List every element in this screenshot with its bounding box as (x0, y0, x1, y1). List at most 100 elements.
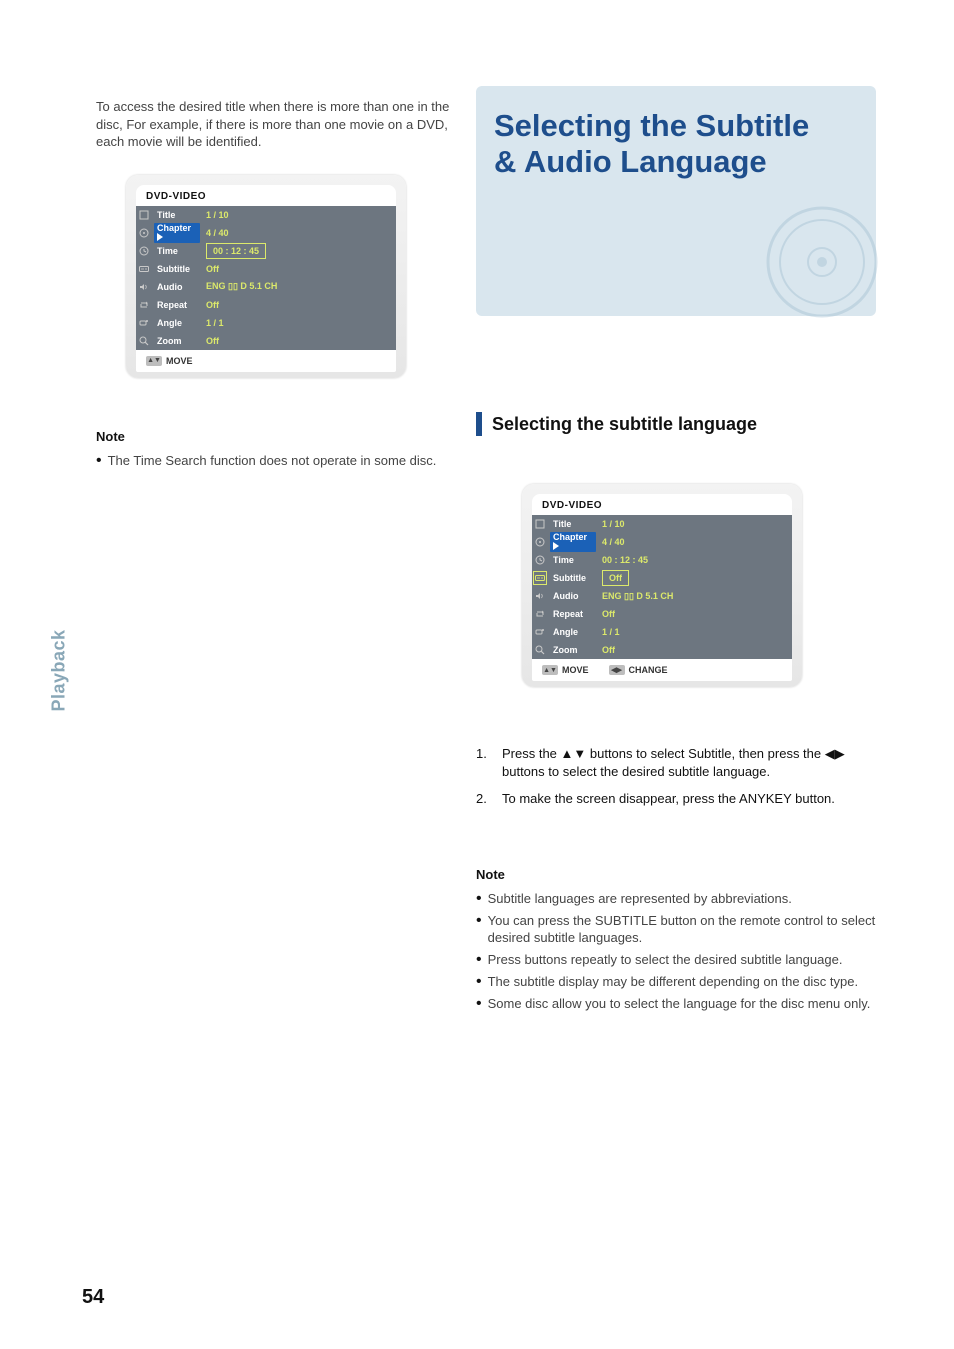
note-text: Some disc allow you to select the langua… (488, 995, 871, 1013)
osd-row[interactable]: Angle1 / 1 (136, 314, 396, 332)
osd-footer-move: ▲▼ MOVE (146, 356, 193, 366)
osd-row-label: Title (548, 519, 596, 529)
right-column: Selecting the Subtitle & Audio Language … (476, 86, 876, 1013)
osd-row-value: Off (200, 336, 396, 346)
note-text: Subtitle languages are represented by ab… (488, 890, 792, 908)
note-block-left: Note • The Time Search function does not… (96, 428, 456, 470)
change-label: CHANGE (629, 665, 668, 675)
osd-row-value: 00 : 12 : 45 (596, 555, 792, 565)
disc-icon (762, 202, 882, 322)
step-number: 1. (476, 745, 494, 780)
disc-icon (532, 537, 548, 547)
osd-row[interactable]: Chapter 4 / 40 (136, 224, 396, 242)
repeat-icon (532, 609, 548, 619)
osd-row-label: Repeat (152, 300, 200, 310)
left-lead-in: To access the desired title when there i… (96, 98, 456, 151)
note-label: Note (476, 867, 505, 882)
title-icon (532, 519, 548, 529)
zoom-icon (136, 336, 152, 346)
note-item: •The subtitle display may be different d… (476, 973, 876, 991)
osd-panel-a: DVD-VIDEO Title1 / 10Chapter 4 / 40Time0… (126, 175, 406, 378)
note-item: • Press buttons repeatly to select the de… (476, 951, 876, 969)
osd-row-value: 1 / 10 (596, 519, 792, 529)
zoom-icon (532, 645, 548, 655)
note-text: Press buttons repeatly to select the des… (488, 951, 843, 969)
osd-row-label: Audio (152, 282, 200, 292)
osd-row-label: Audio (548, 591, 596, 601)
clock-icon (136, 246, 152, 256)
osd-row[interactable]: RepeatOff (532, 605, 792, 623)
move-label: MOVE (562, 665, 589, 675)
osd-row[interactable]: Title1 / 10 (136, 206, 396, 224)
osd-row-label: Title (152, 210, 200, 220)
step: 1.Press the ▲▼ buttons to select Subtitl… (476, 745, 876, 780)
bullet: • (476, 995, 482, 1013)
osd-row-value: ENG ▯▯ D 5.1 CH (200, 281, 396, 292)
page-title: Selecting the Subtitle & Audio Language (494, 108, 858, 179)
step-number: 2. (476, 790, 494, 808)
osd-row[interactable]: Title1 / 10 (532, 515, 792, 533)
osd-row[interactable]: RepeatOff (136, 296, 396, 314)
bullet: • (96, 452, 102, 470)
osd-panel-b: DVD-VIDEO Title1 / 10Chapter 4 / 40Time0… (522, 484, 802, 687)
osd-row-label: Time (152, 246, 200, 256)
osd-row[interactable]: ZoomOff (532, 641, 792, 659)
osd-row-label: Angle (152, 318, 200, 328)
left-column: To access the desired title when there i… (96, 86, 456, 470)
osd-row-label: Zoom (152, 336, 200, 346)
osd-footer-change: ◀▶ CHANGE (609, 665, 668, 675)
speaker-icon (532, 591, 548, 601)
bullet: • (476, 951, 482, 969)
osd-footer: ▲▼ MOVE ◀▶ CHANGE (532, 659, 792, 681)
angle-icon (532, 627, 548, 637)
osd-row-value: 1 / 1 (200, 318, 396, 328)
osd-row-value: Off (596, 609, 792, 619)
subhead: Selecting the subtitle language (492, 414, 757, 435)
osd-row-value: Off (596, 645, 792, 655)
osd-row[interactable]: SubtitleOff (532, 569, 792, 587)
osd-row-value: Off (200, 264, 396, 274)
angle-icon (136, 318, 152, 328)
change-chip: ◀▶ (609, 665, 625, 675)
osd-row[interactable]: Time00 : 12 : 45 (532, 551, 792, 569)
step: 2. To make the screen disappear, press th… (476, 790, 876, 808)
osd-row-value: 4 / 40 (596, 537, 792, 547)
osd-row[interactable]: Chapter 4 / 40 (532, 533, 792, 551)
osd-rows: Title1 / 10Chapter 4 / 40Time00 : 12 : 4… (532, 515, 792, 659)
title-block: Selecting the Subtitle & Audio Language (476, 86, 876, 316)
speaker-icon (136, 282, 152, 292)
osd-row-label: Zoom (548, 645, 596, 655)
note-text: The Time Search function does not operat… (108, 452, 437, 470)
step-text: Press the ▲▼ buttons to select Subtitle,… (502, 745, 876, 780)
osd-row[interactable]: Time00 : 12 : 45 (136, 242, 396, 260)
title-icon (136, 210, 152, 220)
osd-row-label: Time (548, 555, 596, 565)
clock-icon (532, 555, 548, 565)
bullet: • (476, 890, 482, 908)
osd-row-label: Chapter (152, 223, 200, 243)
bullet: • (476, 912, 482, 947)
subtitle-icon (136, 264, 152, 274)
osd-row-label: Repeat (548, 609, 596, 619)
osd-footer-move: ▲▼ MOVE (542, 665, 589, 675)
note-item: • Some disc allow you to select the langu… (476, 995, 876, 1013)
subtitle-icon (532, 571, 548, 585)
move-label: MOVE (166, 356, 193, 366)
osd-row-value: ENG ▯▯ D 5.1 CH (596, 591, 792, 602)
side-tab: Playback (44, 620, 74, 720)
osd-footer: ▲▼ MOVE (136, 350, 396, 372)
osd-row-label: Subtitle (152, 264, 200, 274)
osd-row-label: Angle (548, 627, 596, 637)
move-chip: ▲▼ (146, 356, 162, 366)
osd-row[interactable]: SubtitleOff (136, 260, 396, 278)
subhead-bar (476, 412, 482, 436)
note-block-right: Note • Subtitle languages are represented… (476, 866, 876, 1013)
osd-row-value: 1 / 10 (200, 210, 396, 220)
osd-rows: Title1 / 10Chapter 4 / 40Time00 : 12 : 4… (136, 206, 396, 350)
osd-row[interactable]: Angle1 / 1 (532, 623, 792, 641)
osd-row[interactable]: AudioENG ▯▯ D 5.1 CH (136, 278, 396, 296)
osd-row[interactable]: ZoomOff (136, 332, 396, 350)
osd-row-label: Chapter (548, 532, 596, 552)
osd-row[interactable]: AudioENG ▯▯ D 5.1 CH (532, 587, 792, 605)
step-text: To make the screen disappear, press the … (502, 790, 876, 808)
